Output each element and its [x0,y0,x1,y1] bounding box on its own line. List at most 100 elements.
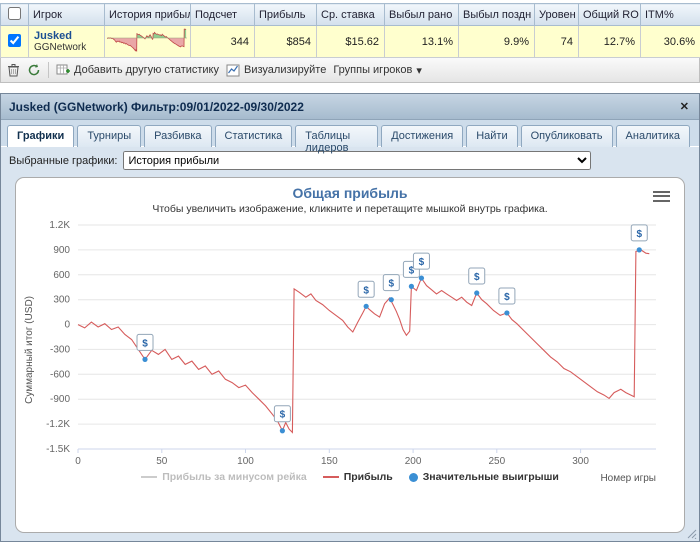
add-statistic-label: Добавить другую статистику [74,64,219,76]
select-all-checkbox[interactable] [8,6,21,20]
svg-text:-900: -900 [50,394,70,405]
sparkline-cell [104,25,191,58]
chart-controls: Выбранные графики: История прибыли [1,147,699,174]
tab-charts[interactable]: Графики [7,125,75,147]
svg-text:0: 0 [75,456,81,467]
svg-text:300: 300 [53,295,70,306]
col-header-busted-late[interactable]: Выбыл поздн [458,3,535,26]
chart-legend: Прибыль за минусом рейка Прибыль Значитель… [16,471,684,483]
chart-card: Общая прибыль Чтобы увеличить изображени… [15,177,685,533]
y-axis-title: Суммарный итог (USD) [24,296,35,404]
tab-statistics[interactable]: Статистика [214,125,293,147]
player-name[interactable]: Jusked [34,30,99,42]
add-statistic-button[interactable]: Добавить другую статистику [56,64,219,77]
player-cell[interactable]: Jusked GGNetwork [28,25,105,58]
col-header-overall-ro[interactable]: Общий RO [578,3,641,26]
svg-text:300: 300 [572,456,589,467]
legend-item[interactable]: Значительные выигрыши [408,471,559,483]
player-groups-button[interactable]: Группы игроков ▾ [333,64,422,77]
row-checkbox[interactable] [8,33,21,47]
chart-type-select[interactable]: История прибыли [123,151,592,170]
legend-swatch-icon [141,476,158,478]
legend-item[interactable]: Прибыль [322,471,393,483]
svg-text:-300: -300 [50,344,70,355]
player-groups-label: Группы игроков [333,64,413,76]
svg-text:$: $ [142,338,148,349]
overall-ro-value: 12.7% [578,25,641,58]
visualize-button[interactable]: Визуализируйте [226,64,326,77]
selected-charts-label: Выбранные графики: [9,154,118,167]
chart-title: Общая прибыль [292,185,408,201]
svg-text:-1.2K: -1.2K [46,419,70,430]
tab-publish[interactable]: Опубликовать [520,125,613,147]
col-header-busted-early[interactable]: Выбыл рано [384,3,459,26]
svg-text:1.2K: 1.2K [49,220,70,231]
svg-text:-1.5K: -1.5K [46,444,70,455]
visualize-label: Визуализируйте [244,64,327,76]
col-header-itm[interactable]: ITM% [640,3,700,26]
legend-label: Прибыль [343,471,393,483]
legend-swatch-icon [322,476,339,478]
player-network: GGNetwork [34,42,87,53]
profit-value: $854 [254,25,317,58]
stats-toolbar: Добавить другую статистику Визуализируйт… [0,58,700,83]
select-all-cell [0,3,29,26]
x-axis-title: Номер игры [600,473,656,484]
col-header-avg-stake[interactable]: Ср. ставка [316,3,385,26]
svg-text:-600: -600 [50,369,70,380]
legend-label: Прибыль за минусом рейка [162,471,307,483]
resize-grip[interactable] [686,528,697,539]
svg-text:100: 100 [237,456,254,467]
tab-find[interactable]: Найти [466,125,518,147]
chart-bottom-row: Прибыль за минусом рейка Прибыль Значитель… [16,471,684,489]
toolbar-separator [48,62,49,78]
svg-text:0: 0 [64,320,70,331]
tab-breakdown[interactable]: Разбивка [144,125,212,147]
col-header-profit-history[interactable]: История прибыли [104,3,191,26]
svg-text:$: $ [389,279,395,290]
tab-bar: Графики Турниры Разбивка Статистика Табл… [1,120,699,154]
level-value: 74 [534,25,579,58]
add-statistic-icon [56,64,70,77]
svg-text:150: 150 [321,456,338,467]
tab-achievements[interactable]: Достижения [381,125,464,147]
chevron-down-icon: ▾ [416,64,422,77]
legend-label: Значительные выигрыши [422,471,559,483]
itm-value: 30.6% [640,25,700,58]
chart-menu-icon[interactable] [653,188,670,204]
svg-text:900: 900 [53,245,70,256]
trash-icon [7,63,20,77]
close-icon[interactable]: ✕ [678,100,691,113]
panel-title: Jusked (GGNetwork) Фильтр:09/01/2022-09/… [9,99,304,114]
col-header-level[interactable]: Уровен [534,3,579,26]
profit-sparkline[interactable] [106,28,187,52]
col-header-count[interactable]: Подсчет [190,3,255,26]
svg-text:$: $ [636,229,642,240]
svg-text:600: 600 [53,270,70,281]
panel-header: Jusked (GGNetwork) Фильтр:09/01/2022-09/… [1,94,699,120]
svg-text:$: $ [280,410,286,421]
y-axis-title-wrap: Суммарный итог (USD) [24,238,36,462]
legend-item[interactable]: Прибыль за минусом рейка [141,471,307,483]
col-header-profit[interactable]: Прибыль [254,3,317,26]
svg-text:$: $ [504,292,510,303]
svg-text:$: $ [363,285,369,296]
table-row: Jusked GGNetwork 344 $854 $15.62 13.1% 9… [0,25,700,58]
svg-text:$: $ [419,257,425,268]
report-panel: Jusked (GGNetwork) Фильтр:09/01/2022-09/… [0,93,700,542]
profit-chart-plot[interactable]: 1.2K 900 600 300 0 -300 -600 -900 -1.2K -1.5K 0 50 1… [20,217,680,469]
refresh-button[interactable] [27,63,41,77]
chart-icon [226,64,240,77]
delete-button[interactable] [7,63,20,77]
svg-text:50: 50 [156,456,168,467]
avg-stake-value: $15.62 [316,25,385,58]
svg-text:200: 200 [405,456,422,467]
player-stats-table: Игрок История прибыли Подсчет Прибыль Ср… [0,3,700,58]
tab-analytics[interactable]: Аналитика [615,125,690,147]
col-header-player[interactable]: Игрок [28,3,105,26]
svg-text:$: $ [474,272,480,283]
tab-leaderboards[interactable]: Таблицы лидеров [295,125,379,154]
chart-subtitle: Чтобы увеличить изображение, кликните и … [152,203,548,215]
tab-tournaments[interactable]: Турниры [77,125,142,147]
refresh-icon [27,63,41,77]
